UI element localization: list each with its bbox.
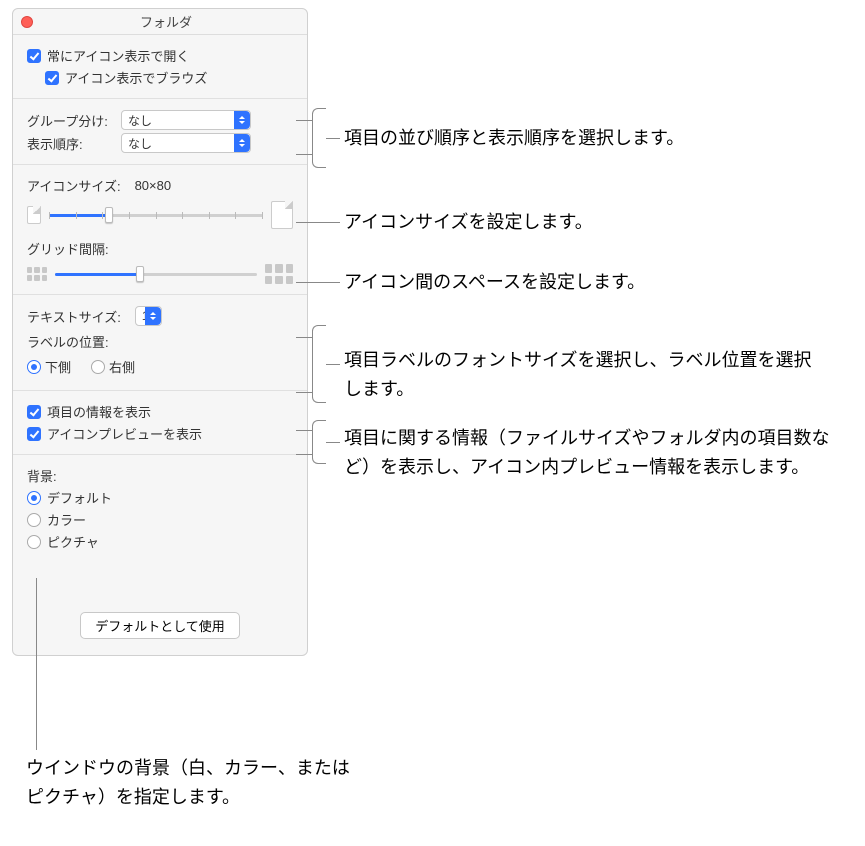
- browse-icon-checkbox[interactable]: [45, 71, 59, 85]
- label-below-radio[interactable]: [27, 360, 41, 374]
- label-below-text: 下側: [45, 357, 71, 376]
- section-info: 項目の情報を表示 アイコンプレビューを表示: [13, 391, 307, 455]
- bg-picture-radio[interactable]: [27, 535, 41, 549]
- show-icon-preview-checkbox[interactable]: [27, 427, 41, 441]
- callout-line: [326, 442, 340, 443]
- text-size-select[interactable]: 12: [135, 306, 162, 326]
- window-title: フォルダ: [33, 12, 299, 31]
- group-by-select[interactable]: なし: [121, 110, 251, 130]
- callout-grid: アイコン間のスペースを設定します。: [344, 268, 645, 297]
- file-small-icon: [27, 206, 41, 224]
- view-options-panel: フォルダ 常にアイコン表示で開く アイコン表示でブラウズ グループ分け: なし …: [12, 8, 308, 656]
- bg-color-label: カラー: [47, 510, 86, 529]
- icon-size-slider[interactable]: [49, 209, 263, 221]
- callout-bracket: [312, 325, 326, 403]
- label-right-radio[interactable]: [91, 360, 105, 374]
- sort-order-label: 表示順序:: [27, 134, 115, 153]
- section-icon: アイコンサイズ: 80×80 グリッド間隔:: [13, 165, 307, 295]
- callout-line: [296, 222, 340, 223]
- label-position-label: ラベルの位置:: [27, 332, 109, 351]
- always-open-icon-checkbox[interactable]: [27, 49, 41, 63]
- section-text: テキストサイズ: 12 ラベルの位置: 下側 右側: [13, 295, 307, 391]
- callout-line: [296, 120, 312, 121]
- icon-size-label: アイコンサイズ:: [27, 176, 121, 195]
- sort-order-value: なし: [128, 135, 152, 152]
- callout-bracket: [312, 420, 326, 464]
- callout-sort: 項目の並び順序と表示順序を選択します。: [344, 124, 684, 153]
- callout-info: 項目に関する情報（ファイルサイズやフォルダ内の項目数など）を表示し、アイコン内プ…: [344, 424, 844, 482]
- always-open-icon-label: 常にアイコン表示で開く: [47, 46, 189, 65]
- sort-order-select[interactable]: なし: [121, 133, 251, 153]
- text-size-label: テキストサイズ:: [27, 307, 121, 326]
- callout-line: [36, 578, 37, 750]
- show-icon-preview-label: アイコンプレビューを表示: [47, 424, 202, 443]
- callout-line: [296, 454, 312, 455]
- titlebar: フォルダ: [13, 9, 307, 35]
- grid-tight-icon: [27, 267, 47, 281]
- callout-line: [296, 337, 312, 338]
- icon-size-value: 80×80: [135, 178, 172, 193]
- callout-bg: ウインドウの背景（白、カラー、またはピクチャ）を指定します。: [26, 754, 366, 812]
- bg-default-label: デフォルト: [47, 488, 112, 507]
- callout-line: [326, 138, 340, 139]
- callout-line: [326, 364, 340, 365]
- callout-bracket: [312, 108, 326, 168]
- grid-loose-icon: [265, 264, 293, 284]
- callout-line: [296, 154, 312, 155]
- callout-line: [296, 392, 312, 393]
- grid-spacing-label: グリッド間隔:: [27, 239, 109, 258]
- callout-line: [296, 430, 312, 431]
- background-label: 背景:: [27, 466, 57, 485]
- chevron-updown-icon: [145, 307, 161, 325]
- chevron-updown-icon: [234, 134, 250, 152]
- section-sort: グループ分け: なし 表示順序: なし: [13, 99, 307, 165]
- bg-default-radio[interactable]: [27, 491, 41, 505]
- browse-icon-label: アイコン表示でブラウズ: [65, 68, 207, 87]
- callout-text: 項目ラベルのフォントサイズを選択し、ラベル位置を選択します。: [344, 346, 814, 404]
- show-item-info-label: 項目の情報を表示: [47, 402, 151, 421]
- bg-color-radio[interactable]: [27, 513, 41, 527]
- use-as-defaults-button[interactable]: デフォルトとして使用: [80, 612, 240, 639]
- section-open: 常にアイコン表示で開く アイコン表示でブラウズ: [13, 35, 307, 99]
- bottom-area: デフォルトとして使用: [13, 562, 307, 655]
- callout-iconsize: アイコンサイズを設定します。: [344, 208, 593, 237]
- file-large-icon: [271, 201, 293, 229]
- grid-spacing-slider[interactable]: [55, 268, 257, 280]
- bg-picture-label: ピクチャ: [47, 532, 99, 551]
- close-icon[interactable]: [21, 16, 33, 28]
- show-item-info-checkbox[interactable]: [27, 405, 41, 419]
- group-by-value: なし: [128, 112, 152, 129]
- group-by-label: グループ分け:: [27, 111, 115, 130]
- section-background: 背景: デフォルト カラー ピクチャ: [13, 455, 307, 562]
- label-right-text: 右側: [109, 357, 135, 376]
- chevron-updown-icon: [234, 111, 250, 129]
- callout-line: [296, 282, 340, 283]
